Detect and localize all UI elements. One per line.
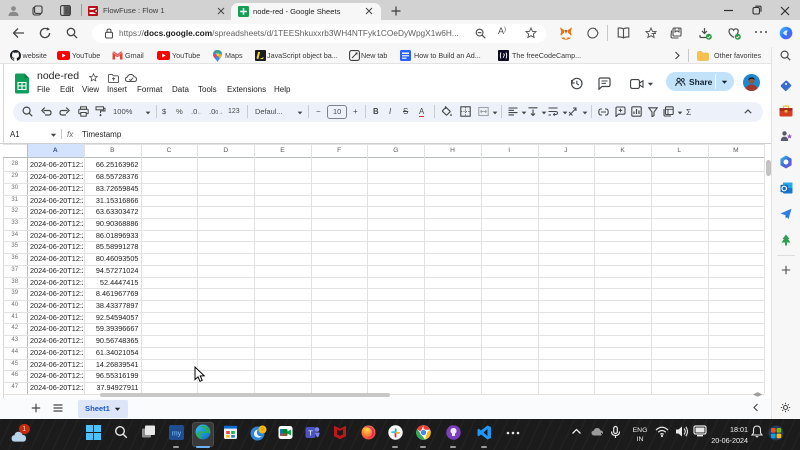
svg-text:T: T [308,429,313,438]
svg-text:my: my [172,431,182,438]
